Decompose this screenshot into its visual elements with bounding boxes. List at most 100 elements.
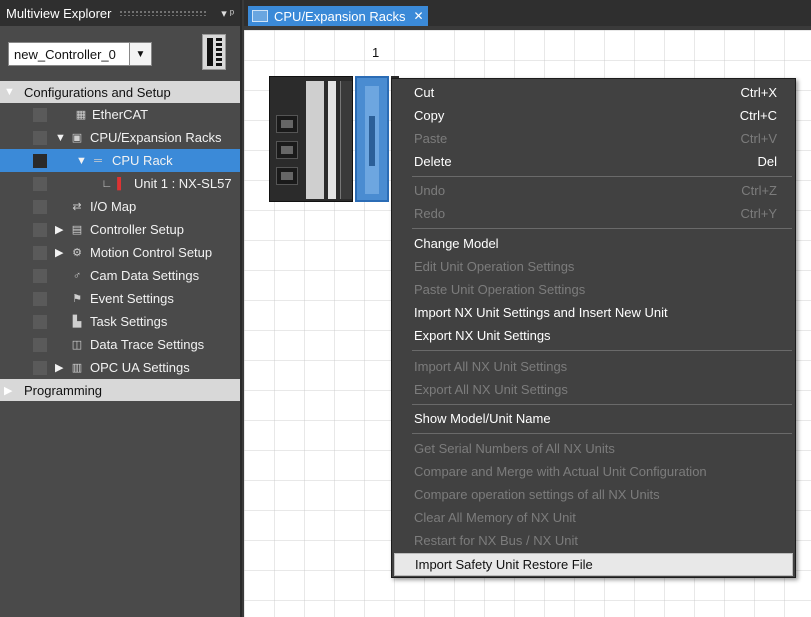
tree-label: Event Settings xyxy=(90,291,174,306)
menu-label: Change Model xyxy=(414,236,499,251)
opcua-icon: ▥ xyxy=(71,362,83,374)
menu-item-restart-nx-bus[interactable]: Restart for NX Bus / NX Unit xyxy=(392,529,795,552)
expand-arrow-icon[interactable]: ▼ xyxy=(4,86,15,98)
chevron-down-icon[interactable]: ▼ xyxy=(129,43,151,65)
menu-shortcut: Ctrl+X xyxy=(740,85,777,100)
expand-arrow-icon[interactable]: ▶ xyxy=(55,361,63,374)
port-icon xyxy=(276,115,298,133)
close-icon[interactable]: ✕ xyxy=(414,9,424,23)
tree-marker xyxy=(33,268,47,283)
menu-item-delete[interactable]: Delete Del xyxy=(392,150,795,173)
menu-label: Import NX Unit Settings and Insert New U… xyxy=(414,305,668,320)
menu-label: Show Model/Unit Name xyxy=(414,411,551,426)
tree-label: OPC UA Settings xyxy=(90,360,190,375)
menu-item-compare-operation-settings[interactable]: Compare operation settings of all NX Uni… xyxy=(392,483,795,506)
tree-branch-icon: ∟ xyxy=(101,177,113,190)
tree-section-configurations[interactable]: ▼ Configurations and Setup xyxy=(0,81,240,103)
tree-label: Controller Setup xyxy=(90,222,184,237)
menu-item-undo[interactable]: Undo Ctrl+Z xyxy=(392,179,795,202)
io-map-icon: ⇄ xyxy=(72,201,82,213)
menu-label: Delete xyxy=(414,154,452,169)
port-icon xyxy=(276,141,298,159)
cpu-unit-image[interactable] xyxy=(269,76,353,202)
pin-icon[interactable]: ▾ ᵖ xyxy=(221,7,234,20)
explorer-title: Multiview Explorer xyxy=(6,5,112,21)
tree-item-opc-ua-settings[interactable]: ▶ ▥ OPC UA Settings xyxy=(0,356,240,379)
tree-label: Motion Control Setup xyxy=(90,245,213,260)
tree-marker xyxy=(33,291,47,306)
menu-shortcut: Ctrl+V xyxy=(740,131,777,146)
tree-item-cam-data-settings[interactable]: ♂ Cam Data Settings xyxy=(0,264,240,287)
tree-item-motion-control-setup[interactable]: ▶ ⚙ Motion Control Setup xyxy=(0,241,240,264)
tree-item-data-trace-settings[interactable]: ◫ Data Trace Settings xyxy=(0,333,240,356)
explorer-tree: ▼ Configurations and Setup ▦ EtherCAT ▼ … xyxy=(0,81,240,401)
tree-item-task-settings[interactable]: ▙ Task Settings xyxy=(0,310,240,333)
tab-cpu-expansion-racks[interactable]: CPU/Expansion Racks ✕ xyxy=(248,6,428,26)
controller-dropdown-value: new_Controller_0 xyxy=(14,46,116,62)
menu-item-cut[interactable]: Cut Ctrl+X xyxy=(392,81,795,104)
menu-item-show-model-unit-name[interactable]: Show Model/Unit Name xyxy=(392,407,795,430)
menu-item-redo[interactable]: Redo Ctrl+Y xyxy=(392,202,795,225)
menu-item-clear-all-memory[interactable]: Clear All Memory of NX Unit xyxy=(392,506,795,529)
tab-label: CPU/Expansion Racks xyxy=(274,8,406,24)
explorer-drag-grip[interactable] xyxy=(119,10,208,16)
tree-item-io-map[interactable]: ⇄ I/O Map xyxy=(0,195,240,218)
tree-item-event-settings[interactable]: ⚑ Event Settings xyxy=(0,287,240,310)
expand-arrow-icon[interactable]: ▶ xyxy=(55,246,63,259)
menu-item-get-serial-numbers[interactable]: Get Serial Numbers of All NX Units xyxy=(392,437,795,460)
safety-unit-image[interactable] xyxy=(355,76,389,202)
tree-item-ethercat[interactable]: ▦ EtherCAT xyxy=(0,103,240,126)
menu-label: Paste Unit Operation Settings xyxy=(414,282,586,297)
gear-icon: ⚙ xyxy=(72,247,82,259)
tree-item-unit-1[interactable]: ∟ ▌ Unit 1 : NX-SL57 xyxy=(0,172,240,195)
expand-arrow-icon[interactable]: ▼ xyxy=(76,155,87,167)
menu-label: Undo xyxy=(414,183,446,198)
menu-item-paste-unit-operation-settings[interactable]: Paste Unit Operation Settings xyxy=(392,278,795,301)
menu-item-import-safety-unit-restore-file[interactable]: Import Safety Unit Restore File xyxy=(394,553,793,576)
controller-dropdown[interactable]: new_Controller_0 ▼ xyxy=(8,42,152,66)
menu-label: Import Safety Unit Restore File xyxy=(415,557,593,572)
tree-section-programming[interactable]: ▶ Programming xyxy=(0,379,240,401)
trace-icon: ◫ xyxy=(71,339,83,351)
flag-icon: ⚑ xyxy=(72,293,82,305)
tree-marker xyxy=(33,337,47,352)
tree-marker xyxy=(33,153,47,168)
tree-label: Cam Data Settings xyxy=(90,268,200,283)
menu-label: Compare operation settings of all NX Uni… xyxy=(414,487,660,502)
menu-label: Copy xyxy=(414,108,445,123)
menu-label: Export All NX Unit Settings xyxy=(414,382,568,397)
menu-item-change-model[interactable]: Change Model xyxy=(392,232,795,255)
menu-label: Cut xyxy=(414,85,435,100)
tree-item-cpu-rack[interactable]: ▼ ═ CPU Rack xyxy=(0,149,240,172)
cpu-panel xyxy=(328,81,336,199)
tree-item-cpu-expansion-racks[interactable]: ▼ ▣ CPU/Expansion Racks xyxy=(0,126,240,149)
expand-arrow-icon[interactable]: ▶ xyxy=(4,384,12,397)
tree-marker xyxy=(33,222,47,237)
tree-item-controller-setup[interactable]: ▶ ▤ Controller Setup xyxy=(0,218,240,241)
menu-item-paste[interactable]: Paste Ctrl+V xyxy=(392,127,795,150)
menu-separator xyxy=(412,433,792,434)
unit-strip xyxy=(365,86,379,194)
tree-label: CPU Rack xyxy=(112,153,173,168)
menu-item-compare-and-merge[interactable]: Compare and Merge with Actual Unit Confi… xyxy=(392,460,795,483)
menu-item-import-all-nx-unit-settings[interactable]: Import All NX Unit Settings xyxy=(392,355,795,378)
port-icon xyxy=(276,167,298,185)
expand-arrow-icon[interactable]: ▶ xyxy=(55,223,63,236)
unit-icon: ▌ xyxy=(117,177,125,190)
menu-item-import-nx-unit-settings[interactable]: Import NX Unit Settings and Insert New U… xyxy=(392,301,795,324)
menu-separator xyxy=(412,404,792,405)
menu-item-copy[interactable]: Copy Ctrl+C xyxy=(392,104,795,127)
task-icon: ▙ xyxy=(72,316,82,328)
ethercat-icon: ▦ xyxy=(75,109,87,121)
menu-shortcut: Ctrl+Z xyxy=(741,183,777,198)
expand-arrow-icon[interactable]: ▼ xyxy=(55,132,66,144)
menu-item-export-nx-unit-settings[interactable]: Export NX Unit Settings xyxy=(392,324,795,347)
menu-item-edit-unit-operation-settings[interactable]: Edit Unit Operation Settings xyxy=(392,255,795,278)
tree-label: Data Trace Settings xyxy=(90,337,205,352)
tree-label: Unit 1 : NX-SL57 xyxy=(134,176,232,191)
tree-label: CPU/Expansion Racks xyxy=(90,130,222,145)
menu-item-export-all-nx-unit-settings[interactable]: Export All NX Unit Settings xyxy=(392,378,795,401)
menu-label: Edit Unit Operation Settings xyxy=(414,259,575,274)
menu-label: Restart for NX Bus / NX Unit xyxy=(414,533,578,548)
controller-setup-icon: ▤ xyxy=(71,224,83,236)
